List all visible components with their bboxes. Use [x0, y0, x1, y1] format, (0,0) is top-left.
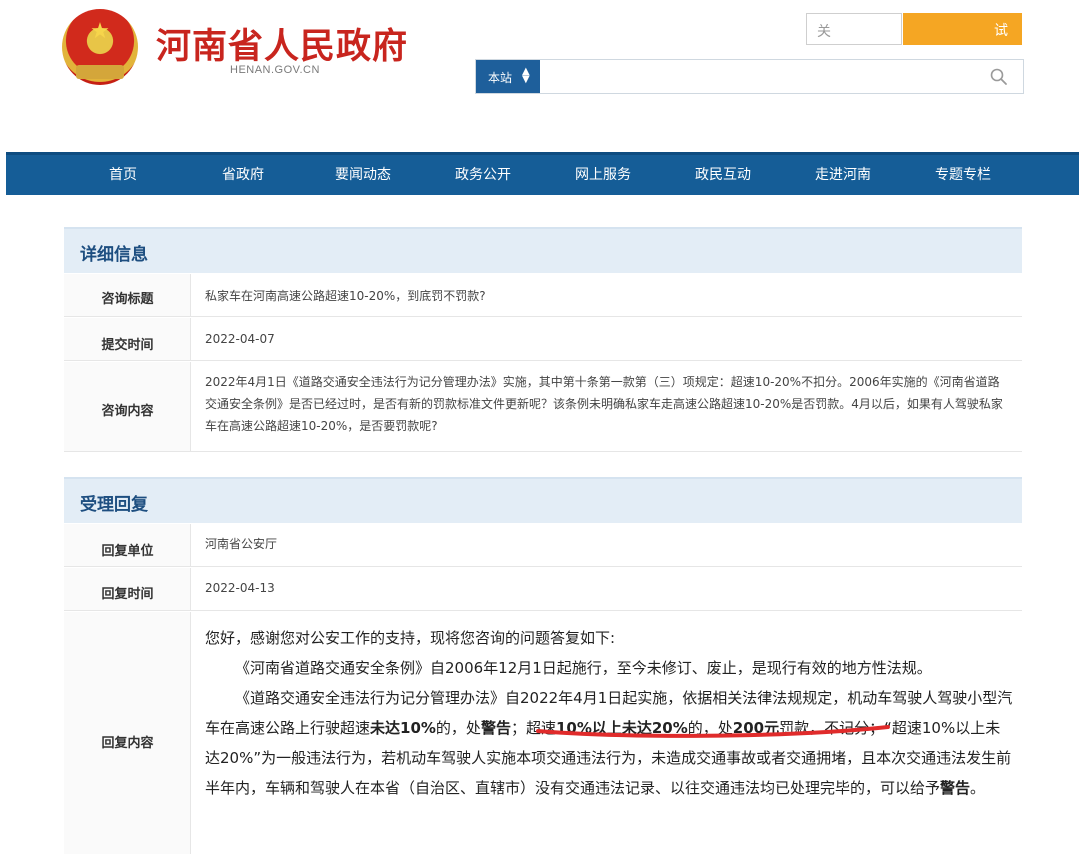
reply-row-content: 回复内容 您好，感谢您对公安工作的支持，现将您咨询的问题答复如下: 《河南省道路… — [64, 612, 1022, 854]
submit-time-value: 2022-04-07 — [205, 332, 275, 346]
detail-panel-header: 详细信息 — [64, 227, 1022, 273]
reply-paragraph: 《河南省道路交通安全条例》自2006年12月1日起施行，至今未修订、废止，是现行… — [235, 659, 932, 677]
reply-row-unit: 回复单位 河南省公安厅 — [64, 524, 1022, 567]
nav-item-disclosure[interactable]: 政务公开 — [428, 155, 538, 195]
nav-item-topics[interactable]: 专题专栏 — [908, 155, 1018, 195]
search-input[interactable] — [542, 61, 982, 92]
row-label: 咨询标题 — [101, 292, 154, 307]
reply-unit-value: 河南省公安厅 — [205, 537, 278, 551]
nav-item-news[interactable]: 要闻动态 — [308, 155, 418, 195]
detail-heading: 详细信息 — [80, 245, 148, 265]
reply-panel-header: 受理回复 — [64, 477, 1022, 523]
consult-title-value: 私家车在河南高速公路超速10-20%，到底罚不罚款? — [205, 289, 486, 303]
nav-item-services[interactable]: 网上服务 — [548, 155, 658, 195]
reply-paragraph: 《道路交通安全违法行为记分管理办法》自2022年4月1日起实施，依据相关法律法规… — [205, 689, 1013, 797]
main-nav: 首页 省政府 要闻动态 政务公开 网上服务 政民互动 走进河南 专题专栏 — [6, 152, 1079, 195]
national-emblem-icon[interactable]: ★ — [62, 9, 138, 85]
nav-item-about-henan[interactable]: 走进河南 — [788, 155, 898, 195]
updown-caret-icon: ▲ ▼ — [522, 66, 530, 85]
detail-row-time: 提交时间 2022-04-07 — [64, 318, 1022, 361]
top-search-button[interactable]: 试 — [903, 13, 1022, 45]
detail-row-content: 咨询内容 2022年4月1日《道路交通安全违法行为记分管理办法》实施，其中第十条… — [64, 362, 1022, 452]
search-scope-label: 本站 — [488, 71, 513, 85]
reply-greeting: 您好，感谢您对公安工作的支持，现将您咨询的问题答复如下: — [205, 629, 616, 647]
nav-item-government[interactable]: 省政府 — [188, 155, 298, 195]
top-search-input[interactable]: 关 — [806, 13, 902, 45]
top-search: 关 试 — [806, 13, 1022, 45]
detail-row-title: 咨询标题 私家车在河南高速公路超速10-20%，到底罚不罚款? — [64, 274, 1022, 317]
row-label: 回复单位 — [101, 544, 154, 559]
row-label: 回复时间 — [101, 587, 154, 602]
site-title[interactable]: 河南省人民政府 — [156, 18, 408, 69]
row-label: 回复内容 — [101, 736, 154, 751]
reply-content: 您好，感谢您对公安工作的支持，现将您咨询的问题答复如下: 《河南省道路交通安全条… — [205, 623, 1015, 803]
site-domain: HENAN.GOV.CN — [230, 64, 320, 76]
site-header: ★ 河南省人民政府 HENAN.GOV.CN 关 试 本站 ▲ ▼ — [0, 0, 1079, 152]
search-icon[interactable] — [988, 66, 1010, 88]
nav-item-interaction[interactable]: 政民互动 — [668, 155, 778, 195]
row-label: 咨询内容 — [101, 404, 154, 419]
search-scope-select[interactable]: 本站 ▲ ▼ — [476, 60, 540, 93]
row-label: 提交时间 — [101, 338, 154, 353]
site-search-bar: 本站 ▲ ▼ — [475, 59, 1024, 94]
reply-row-time: 回复时间 2022-04-13 — [64, 568, 1022, 611]
reply-time-value: 2022-04-13 — [205, 581, 275, 595]
nav-item-home[interactable]: 首页 — [68, 155, 178, 195]
red-underline-annotation — [536, 725, 890, 738]
reply-heading: 受理回复 — [80, 495, 148, 515]
consult-content-value: 2022年4月1日《道路交通安全违法行为记分管理办法》实施，其中第十条第一款第（… — [205, 375, 1003, 433]
